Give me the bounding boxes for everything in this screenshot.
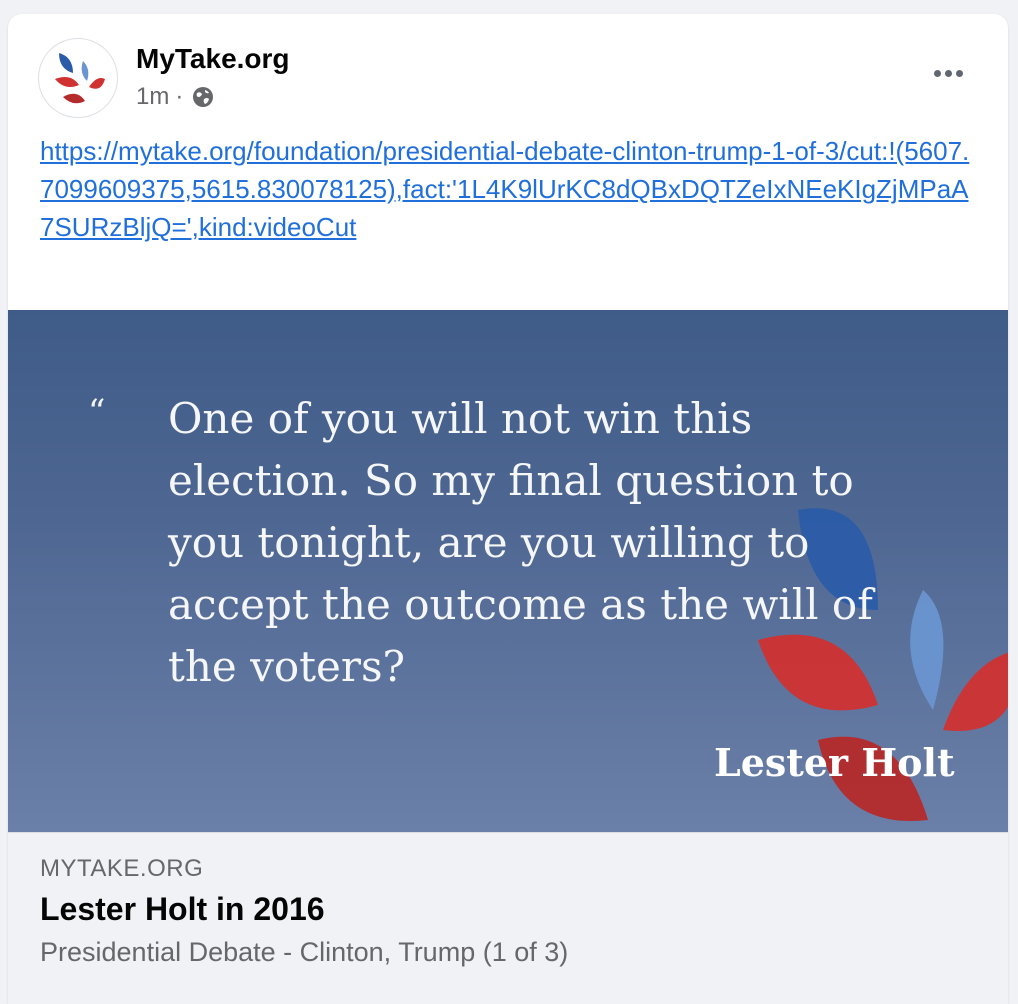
post-header: MyTake.org 1m ·: [8, 14, 1008, 134]
globe-icon[interactable]: [191, 85, 215, 109]
quote-text: One of you will not win this election. S…: [168, 394, 873, 691]
more-dot: [944, 69, 952, 77]
quote-mark: “: [88, 392, 106, 432]
more-dot: [933, 69, 941, 77]
more-dot: [955, 69, 963, 77]
mytake-logo-icon: [55, 53, 105, 104]
quote-speaker: Lester Holt: [714, 740, 955, 785]
meta-separator: ·: [175, 83, 184, 110]
link-description: Presidential Debate - Clinton, Trump (1 …: [40, 937, 569, 967]
page-avatar[interactable]: [38, 38, 118, 118]
link-preview-image[interactable]: “ One of you will not win this election.…: [8, 310, 1008, 832]
post-meta: 1m ·: [136, 82, 215, 112]
more-options-button[interactable]: [926, 58, 970, 88]
link-preview-info[interactable]: MYTAKE.ORG Lester Holt in 2016 President…: [8, 832, 1008, 1004]
link-domain: MYTAKE.ORG: [40, 855, 204, 882]
page-name[interactable]: MyTake.org: [136, 42, 290, 76]
post-link[interactable]: https://mytake.org/foundation/presidenti…: [40, 132, 980, 246]
post-timestamp[interactable]: 1m: [136, 83, 169, 111]
link-title[interactable]: Lester Holt in 2016: [40, 891, 325, 928]
post-card: MyTake.org 1m · https://mytake.org/found…: [8, 14, 1008, 1004]
